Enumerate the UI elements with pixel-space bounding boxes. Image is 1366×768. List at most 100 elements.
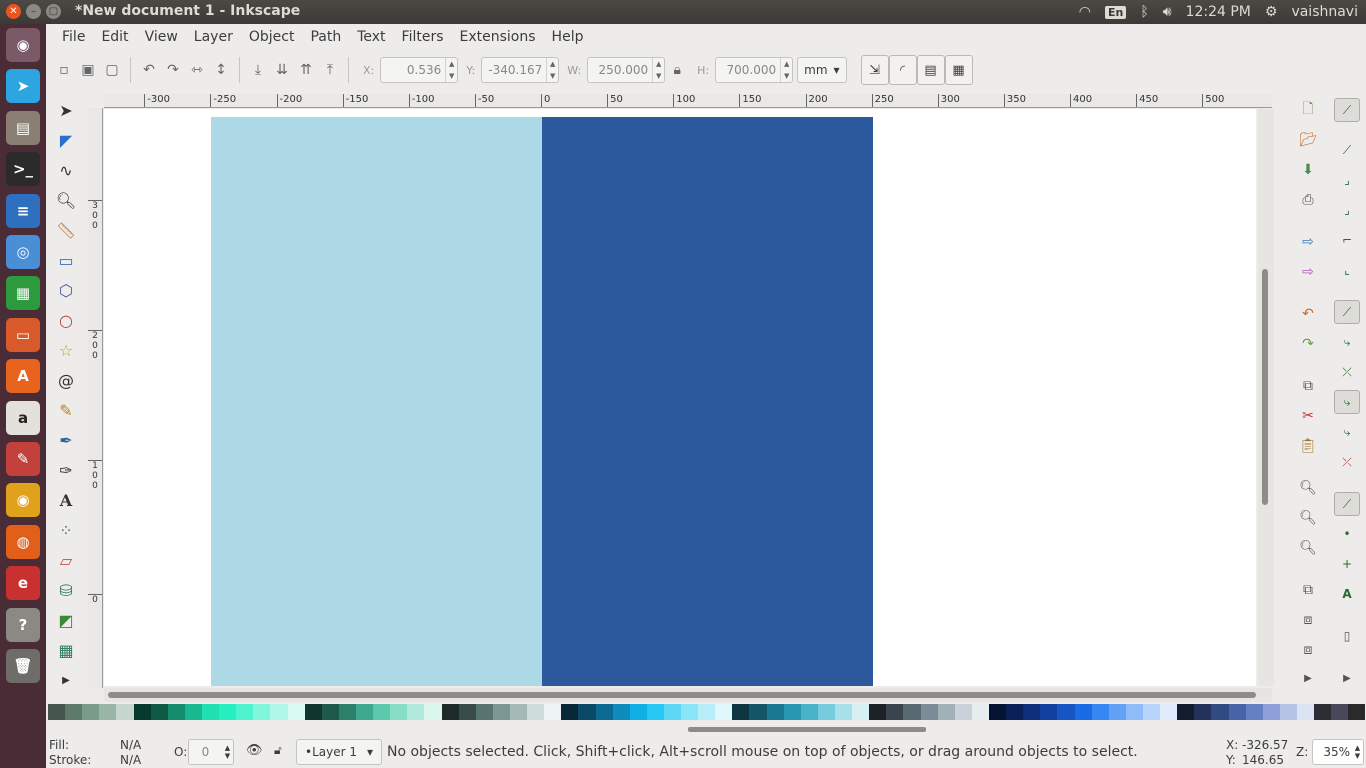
launcher-settings-icon[interactable]: ✎ <box>6 442 40 476</box>
opacity-stepper[interactable]: ▲ ▼ <box>222 744 233 760</box>
more-snap-arrow-icon[interactable]: ▶ <box>1334 666 1360 690</box>
menu-help[interactable]: Help <box>544 24 592 50</box>
color-swatch[interactable] <box>886 704 904 720</box>
user-name[interactable]: vaishnavi <box>1291 4 1358 20</box>
gear-icon[interactable]: ⚙ <box>1265 4 1278 20</box>
raise-to-top-icon[interactable]: ⤒ <box>318 58 342 82</box>
color-swatch[interactable] <box>1125 704 1143 720</box>
launcher-files-icon[interactable]: ▤ <box>6 110 40 145</box>
node-tool-icon[interactable]: ◤ <box>54 128 78 152</box>
snap-bbox-edges-icon[interactable]: ⌟ <box>1334 168 1360 192</box>
color-swatch[interactable] <box>219 704 237 720</box>
scale-corners-toggle[interactable]: ◜ <box>888 55 917 85</box>
color-swatch[interactable] <box>800 704 818 720</box>
menu-text[interactable]: Text <box>349 24 393 50</box>
flip-vertical-icon[interactable]: ↕ <box>209 58 233 82</box>
color-swatch[interactable] <box>1348 704 1366 720</box>
snap-nodes-icon[interactable]: ⟋ <box>1334 300 1360 324</box>
rotate-ccw-icon[interactable]: ↶ <box>137 58 161 82</box>
color-swatch[interactable] <box>732 704 750 720</box>
launcher-terminal-icon[interactable]: >_ <box>6 152 40 187</box>
clone-icon[interactable]: ⧈ <box>1296 608 1320 632</box>
color-swatch[interactable] <box>99 704 117 720</box>
eye-icon[interactable]: 👁︎ <box>246 743 263 758</box>
launcher-writer-icon[interactable]: ≡ <box>6 193 40 228</box>
keyboard-language-indicator[interactable]: En <box>1104 5 1127 19</box>
color-swatch[interactable] <box>509 704 528 720</box>
menu-view[interactable]: View <box>137 24 186 50</box>
snap-object-centers-icon[interactable]: • <box>1334 522 1360 546</box>
zoom-drawing-icon[interactable]: 🔍︎ <box>1296 506 1320 530</box>
color-swatch[interactable] <box>527 704 545 720</box>
more-tools-arrow-icon[interactable]: ▶ <box>54 668 78 692</box>
raise-icon[interactable]: ⇈ <box>294 58 318 82</box>
color-swatch[interactable] <box>1040 704 1058 720</box>
color-swatch[interactable] <box>475 704 493 720</box>
lower-to-bottom-icon[interactable]: ⤓ <box>246 58 270 82</box>
rectangle-tool-icon[interactable]: ▭ <box>54 248 78 272</box>
y-field[interactable]: -340.167 ▲ ▼ <box>481 57 560 83</box>
color-swatch[interactable] <box>749 704 767 720</box>
fill-value[interactable]: N/A <box>120 738 141 752</box>
spray-tool-icon[interactable]: ⁘ <box>54 518 78 542</box>
cut-icon[interactable]: ✂ <box>1296 404 1320 428</box>
snap-paths-icon[interactable]: ⤷ <box>1334 330 1360 354</box>
color-swatch[interactable] <box>681 704 699 720</box>
deselect-icon[interactable]: ▢ <box>100 58 124 82</box>
color-swatch[interactable] <box>544 704 562 720</box>
horizontal-scroll-thumb[interactable] <box>108 692 1256 698</box>
palette-scrollbar[interactable] <box>48 724 1366 734</box>
open-file-icon[interactable]: 📂︎ <box>1296 128 1320 152</box>
horizontal-scrollbar[interactable] <box>104 688 1272 702</box>
color-swatch[interactable] <box>1279 704 1297 720</box>
color-swatch[interactable] <box>698 704 716 720</box>
vertical-scrollbar[interactable] <box>1258 109 1274 686</box>
duplicate-icon[interactable]: ⧉ <box>1296 578 1320 602</box>
pen-tool-icon[interactable]: ✒ <box>54 428 78 452</box>
mesh-tool-icon[interactable]: ▦ <box>54 638 78 662</box>
color-swatch[interactable] <box>852 704 870 720</box>
zoom-selection-icon[interactable]: 🔍︎ <box>1296 476 1320 500</box>
x-field[interactable]: 0.536 ▲ ▼ <box>380 57 459 83</box>
snap-cusp-nodes-icon[interactable]: ⤷ <box>1334 390 1360 414</box>
color-swatch[interactable] <box>1160 704 1178 720</box>
color-swatch[interactable] <box>424 704 442 720</box>
color-swatch[interactable] <box>116 704 134 720</box>
save-icon[interactable]: ⬇ <box>1296 158 1320 182</box>
color-swatch[interactable] <box>1211 704 1229 720</box>
export-icon[interactable]: ⇨ <box>1296 260 1320 284</box>
color-swatch[interactable] <box>595 704 613 720</box>
lower-icon[interactable]: ⇊ <box>270 58 294 82</box>
vertical-scroll-thumb[interactable] <box>1262 269 1268 505</box>
launcher-amazon-icon[interactable]: a <box>6 400 40 435</box>
palette-scroll-thumb[interactable] <box>688 727 926 732</box>
select-all-in-all-layers-icon[interactable]: ▣ <box>76 58 100 82</box>
zoom-tool-icon[interactable]: 🔍︎ <box>54 188 78 212</box>
copy-icon[interactable]: ⧉ <box>1296 374 1320 398</box>
color-swatch[interactable] <box>937 704 955 720</box>
launcher-telegram-icon[interactable]: ➤ <box>6 69 40 104</box>
selector-tool-icon[interactable]: ➤ <box>54 98 78 122</box>
color-swatch[interactable] <box>1228 704 1246 720</box>
rotate-cw-icon[interactable]: ↷ <box>161 58 185 82</box>
color-swatch[interactable] <box>82 704 100 720</box>
color-swatch[interactable] <box>1091 704 1109 720</box>
print-icon[interactable]: ⎙ <box>1296 188 1320 212</box>
menu-object[interactable]: Object <box>241 24 303 50</box>
color-swatch[interactable] <box>201 704 220 720</box>
menu-filters[interactable]: Filters <box>394 24 452 50</box>
x-stepper[interactable]: ▲ ▼ <box>445 58 457 82</box>
launcher-ubuntu-dash-icon[interactable]: ◉ <box>6 28 40 62</box>
snap-bbox-icon[interactable]: ⟋ <box>1334 138 1360 162</box>
color-swatch[interactable] <box>1177 704 1195 720</box>
launcher-chromium-icon[interactable]: ◎ <box>6 235 40 269</box>
tweak-tool-icon[interactable]: ∿ <box>54 158 78 182</box>
light-blue-rectangle[interactable] <box>211 117 542 686</box>
color-swatch[interactable] <box>270 704 288 720</box>
snap-text-baseline-icon[interactable]: A <box>1334 582 1360 606</box>
flip-horizontal-icon[interactable]: ⇿ <box>185 58 209 82</box>
color-swatch[interactable] <box>971 704 990 720</box>
import-icon[interactable]: ⇨ <box>1296 230 1320 254</box>
color-swatch[interactable] <box>1314 704 1332 720</box>
color-swatch[interactable] <box>150 704 168 720</box>
